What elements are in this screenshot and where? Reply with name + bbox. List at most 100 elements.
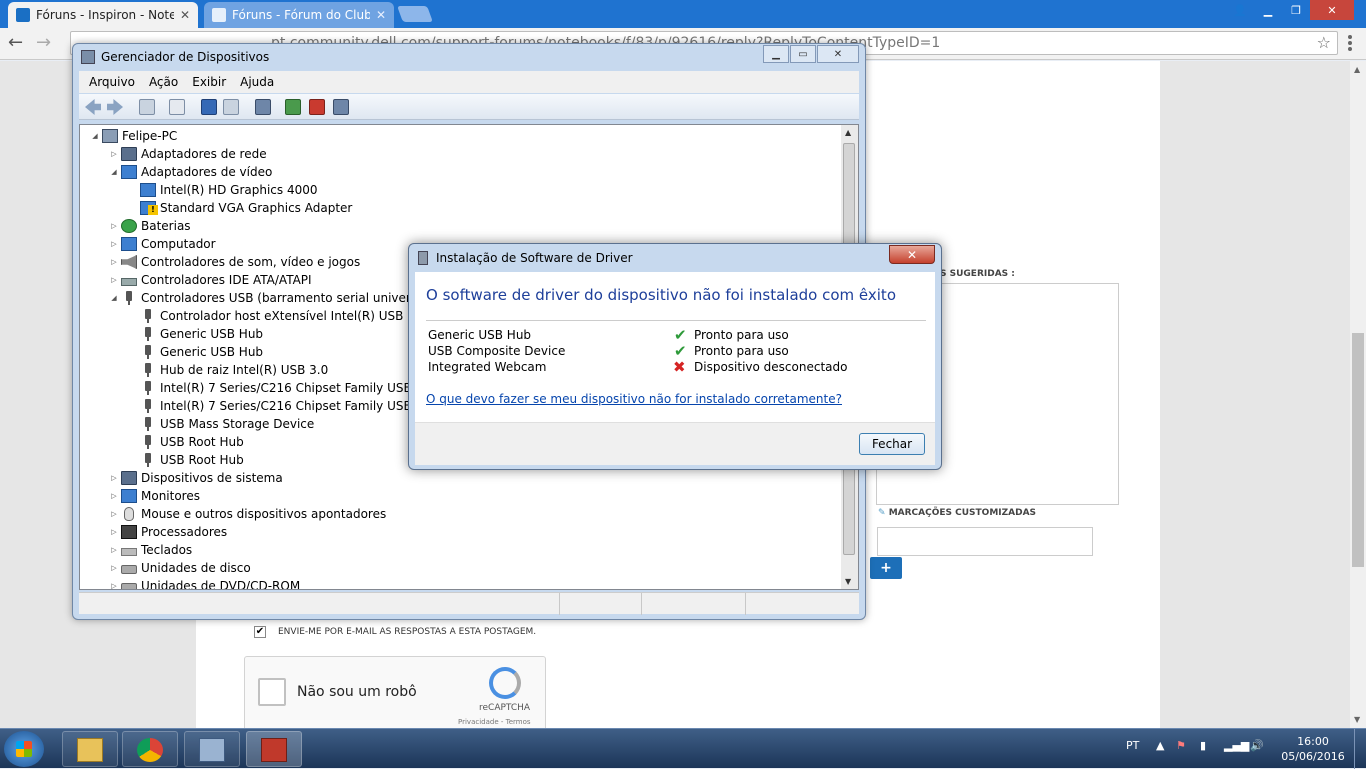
forward-icon[interactable] — [107, 99, 123, 115]
expand-arrow-icon[interactable]: ▷ — [109, 258, 119, 266]
expand-arrow-icon[interactable]: ▷ — [109, 492, 119, 500]
expand-arrow-icon[interactable]: ▷ — [109, 510, 119, 518]
tree-node[interactable]: ▷ Processadores — [109, 523, 227, 541]
expand-arrow-icon[interactable]: ▷ — [109, 474, 119, 482]
close-icon[interactable]: ✕ — [889, 245, 935, 264]
scroll-up-icon[interactable]: ▲ — [845, 128, 851, 137]
minimize-icon[interactable]: ▁ — [1254, 0, 1282, 20]
expand-arrow-icon[interactable]: ▷ — [109, 582, 119, 589]
chrome-icon — [137, 738, 163, 762]
tree-node[interactable]: ▷ Monitores — [109, 487, 200, 505]
update-driver-icon[interactable] — [285, 99, 301, 115]
tree-node[interactable]: USB Mass Storage Device — [128, 415, 314, 433]
action-pane-icon[interactable] — [223, 99, 239, 115]
expand-arrow-icon[interactable]: ▷ — [109, 222, 119, 230]
recaptcha-terms-link[interactable]: Privacidade - Termos — [458, 718, 531, 726]
fechar-button[interactable]: Fechar — [859, 433, 925, 455]
clock[interactable]: 16:00 05/06/2016 — [1278, 734, 1348, 764]
taskbar-explorer[interactable] — [62, 731, 118, 767]
recaptcha-checkbox[interactable] — [258, 678, 286, 706]
tree-node[interactable]: ▷ Baterias — [109, 217, 191, 235]
scroll-down-icon[interactable]: ▼ — [1354, 715, 1360, 724]
show-hidden-icons-icon[interactable]: ▲ — [1156, 739, 1164, 752]
expand-arrow-icon[interactable]: ▷ — [109, 564, 119, 572]
tree-node[interactable]: ▷ Dispositivos de sistema — [109, 469, 283, 487]
page-scrollbar[interactable]: ▲ ▼ — [1350, 61, 1366, 728]
show-hide-console-tree-icon[interactable] — [139, 99, 155, 115]
volume-icon[interactable]: 🔊 — [1250, 739, 1264, 752]
menu-exibir[interactable]: Exibir — [192, 75, 226, 89]
collapse-arrow-icon[interactable]: ◢ — [90, 132, 100, 140]
new-tab-button[interactable] — [397, 6, 433, 22]
driver-status-row: Integrated Webcam ✖ Dispositivo desconec… — [428, 358, 928, 376]
back-icon[interactable] — [85, 99, 101, 115]
custom-tags-input[interactable] — [877, 527, 1093, 556]
tree-node[interactable]: Controlador host eXtensível Intel(R) USB… — [128, 307, 426, 325]
email-notify-checkbox[interactable]: ✔ — [254, 626, 266, 638]
disable-device-icon[interactable] — [333, 99, 349, 115]
bookmark-star-icon[interactable]: ☆ — [1317, 33, 1331, 52]
tree-node[interactable]: ▷ Adaptadores de rede — [109, 145, 267, 163]
expand-arrow-icon[interactable]: ▷ — [109, 240, 119, 248]
taskbar-chrome[interactable] — [122, 731, 178, 767]
expand-arrow-icon[interactable]: ▷ — [109, 546, 119, 554]
power-icon[interactable]: ▮ — [1200, 739, 1206, 752]
collapse-arrow-icon[interactable]: ◢ — [109, 168, 119, 176]
tree-node[interactable]: ▷ Unidades de DVD/CD-ROM — [109, 577, 300, 589]
minimize-icon[interactable]: ▁ — [763, 45, 789, 63]
scan-hardware-icon[interactable] — [255, 99, 271, 115]
chrome-menu-icon[interactable] — [1348, 35, 1352, 53]
close-icon[interactable]: ✕ — [817, 45, 859, 63]
menu-arquivo[interactable]: Arquivo — [89, 75, 135, 89]
tree-node[interactable]: Generic USB Hub — [128, 343, 263, 361]
disk-drive-icon — [121, 565, 137, 574]
expand-arrow-icon[interactable]: ▷ — [109, 528, 119, 536]
tree-node[interactable]: USB Root Hub — [128, 433, 244, 451]
tree-node[interactable]: USB Root Hub — [128, 451, 244, 469]
network-signal-icon[interactable]: ▂▄▆ — [1224, 739, 1249, 752]
tree-node[interactable]: ◢ Felipe-PC — [90, 127, 177, 145]
tree-node[interactable]: ◢ Adaptadores de vídeo — [109, 163, 272, 181]
start-button[interactable] — [4, 731, 44, 767]
uninstall-device-icon[interactable] — [309, 99, 325, 115]
menu-acao[interactable]: Ação — [149, 75, 178, 89]
suggested-tags-label: S SUGERIDAS : — [940, 269, 1015, 279]
tree-node[interactable]: Hub de raiz Intel(R) USB 3.0 — [128, 361, 328, 379]
taskbar-driver-install[interactable] — [246, 731, 302, 767]
tab-forums-inspiron[interactable]: Fóruns - Inspiron - Notebo ✕ — [8, 2, 198, 28]
tree-node[interactable]: ▷ Mouse e outros dispositivos apontadores — [109, 505, 386, 523]
action-center-icon[interactable]: ⚑ — [1176, 739, 1186, 752]
tree-node[interactable]: Intel(R) HD Graphics 4000 — [128, 181, 318, 199]
tree-node[interactable]: ▷ Teclados — [109, 541, 192, 559]
page-scrollbar-thumb[interactable] — [1352, 333, 1364, 567]
help-link[interactable]: O que devo fazer se meu dispositivo não … — [426, 392, 842, 406]
properties-icon[interactable] — [169, 99, 185, 115]
forward-arrow-icon[interactable]: → — [36, 32, 51, 53]
help-icon[interactable] — [201, 99, 217, 115]
restore-icon[interactable]: ❐ — [1282, 0, 1310, 20]
tree-node[interactable]: Standard VGA Graphics Adapter — [128, 199, 352, 217]
language-indicator[interactable]: PT — [1126, 739, 1139, 752]
tree-node[interactable]: ▷ Computador — [109, 235, 216, 253]
tree-node[interactable]: Generic USB Hub — [128, 325, 263, 343]
expand-arrow-icon[interactable]: ▷ — [109, 150, 119, 158]
scroll-down-icon[interactable]: ▼ — [845, 577, 851, 586]
tab-forums-clube[interactable]: Fóruns - Fórum do Clube ✕ — [204, 2, 394, 28]
tree-node[interactable]: ▷ Controladores IDE ATA/ATAPI — [109, 271, 311, 289]
add-tag-button[interactable]: + — [870, 557, 902, 579]
show-desktop-button[interactable] — [1354, 729, 1366, 769]
expand-arrow-icon[interactable]: ▷ — [109, 276, 119, 284]
close-tab-icon[interactable]: ✕ — [376, 8, 386, 22]
back-arrow-icon[interactable]: ← — [8, 32, 23, 53]
close-window-icon[interactable]: ✕ — [1310, 0, 1354, 20]
taskbar-device-manager[interactable] — [184, 731, 240, 767]
tree-node[interactable]: ◢ Controladores USB (barramento serial un… — [109, 289, 432, 307]
scroll-up-icon[interactable]: ▲ — [1354, 65, 1360, 74]
tree-node[interactable]: ▷ Unidades de disco — [109, 559, 250, 577]
tree-node[interactable]: ▷ Controladores de som, vídeo e jogos — [109, 253, 360, 271]
close-tab-icon[interactable]: ✕ — [180, 8, 190, 22]
collapse-arrow-icon[interactable]: ◢ — [109, 294, 119, 302]
user-profile-icon[interactable]: 👤 — [1226, 0, 1254, 20]
maximize-icon[interactable]: ▭ — [790, 45, 816, 63]
menu-ajuda[interactable]: Ajuda — [240, 75, 274, 89]
